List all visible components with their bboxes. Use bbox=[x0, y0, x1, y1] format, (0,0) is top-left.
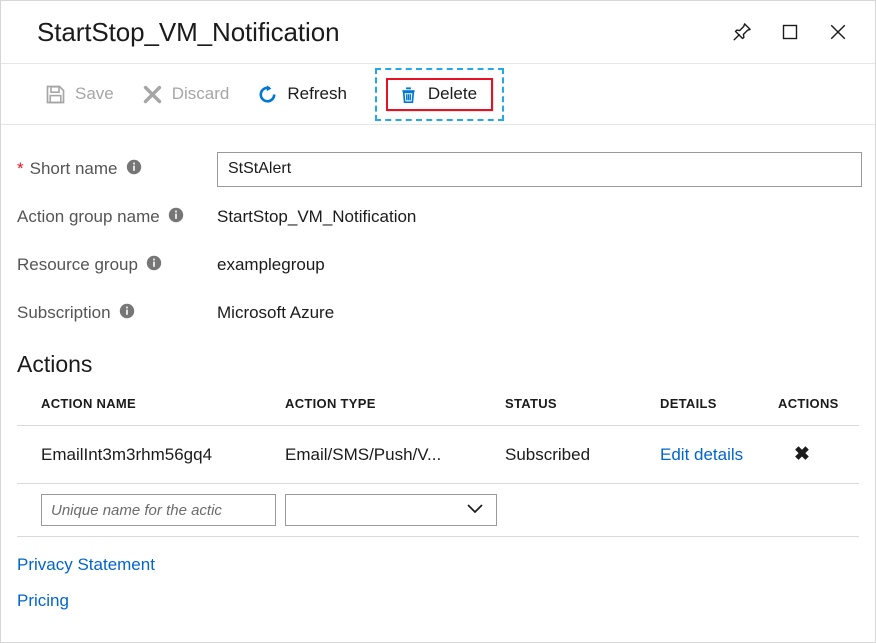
page-title: StartStop_VM_Notification bbox=[37, 17, 339, 48]
action-group-name-label: Action group name bbox=[17, 207, 160, 227]
refresh-button[interactable]: Refresh bbox=[243, 74, 361, 114]
refresh-label: Refresh bbox=[287, 85, 347, 104]
save-button[interactable]: Save bbox=[31, 74, 128, 114]
actions-table: ACTION NAME ACTION TYPE STATUS DETAILS A… bbox=[1, 396, 875, 537]
subscription-label: Subscription bbox=[17, 303, 111, 323]
info-icon[interactable] bbox=[168, 207, 184, 228]
refresh-icon bbox=[257, 84, 278, 105]
save-icon bbox=[45, 84, 66, 105]
property-row-action-group-name: Action group name StartStop_VM_Notificat… bbox=[1, 193, 875, 241]
edit-details-link[interactable]: Edit details bbox=[636, 428, 764, 482]
property-row-subscription: Subscription Microsoft Azure bbox=[1, 289, 875, 337]
subscription-value: Microsoft Azure bbox=[217, 303, 334, 323]
new-action-type-dropdown[interactable] bbox=[285, 494, 497, 526]
action-group-blade: StartStop_VM_Notification bbox=[0, 0, 876, 643]
save-label: Save bbox=[75, 85, 114, 104]
column-header-status: STATUS bbox=[481, 396, 636, 425]
required-asterisk: * bbox=[17, 159, 24, 179]
property-row-resource-group: Resource group examplegroup bbox=[1, 241, 875, 289]
discard-icon bbox=[142, 84, 163, 105]
delete-button[interactable]: Delete bbox=[386, 78, 493, 111]
short-name-label-group: * Short name bbox=[17, 159, 217, 180]
privacy-statement-link[interactable]: Privacy Statement bbox=[17, 547, 155, 583]
table-row: EmailInt3m3rhm56gq4 Email/SMS/Push/V... … bbox=[17, 426, 859, 483]
info-icon[interactable] bbox=[119, 303, 135, 324]
blade-title-bar: StartStop_VM_Notification bbox=[1, 1, 875, 63]
column-header-details: DETAILS bbox=[636, 396, 764, 425]
cell-action-name: EmailInt3m3rhm56gq4 bbox=[17, 428, 261, 482]
column-header-action-type: ACTION TYPE bbox=[261, 396, 481, 425]
action-group-name-value: StartStop_VM_Notification bbox=[217, 207, 416, 227]
close-icon[interactable] bbox=[825, 19, 851, 45]
discard-label: Discard bbox=[172, 85, 230, 104]
new-action-row bbox=[17, 484, 859, 536]
resource-group-label-group: Resource group bbox=[17, 255, 217, 276]
cell-status: Subscribed bbox=[481, 428, 636, 482]
cell-action-type: Email/SMS/Push/V... bbox=[261, 428, 481, 482]
info-icon[interactable] bbox=[126, 159, 142, 180]
command-bar: Save Discard Refresh bbox=[1, 63, 875, 125]
maximize-icon[interactable] bbox=[777, 19, 803, 45]
actions-section-title: Actions bbox=[1, 337, 875, 378]
trash-icon bbox=[398, 84, 419, 105]
property-row-short-name: * Short name bbox=[1, 145, 875, 193]
short-name-label: Short name bbox=[30, 159, 118, 179]
new-action-name-input[interactable] bbox=[41, 494, 276, 526]
short-name-input[interactable] bbox=[217, 152, 862, 187]
pricing-link[interactable]: Pricing bbox=[17, 583, 69, 619]
footer-links: Privacy Statement Pricing bbox=[1, 537, 875, 619]
window-controls bbox=[729, 19, 857, 45]
actions-table-header: ACTION NAME ACTION TYPE STATUS DETAILS A… bbox=[17, 396, 859, 425]
delete-highlight-annotation: Delete bbox=[375, 68, 504, 121]
delete-label: Delete bbox=[428, 85, 477, 104]
column-header-action-name: ACTION NAME bbox=[17, 396, 261, 425]
subscription-label-group: Subscription bbox=[17, 303, 217, 324]
action-group-name-label-group: Action group name bbox=[17, 207, 217, 228]
resource-group-value: examplegroup bbox=[217, 255, 325, 275]
remove-action-icon[interactable]: ✖ bbox=[764, 426, 861, 483]
discard-button[interactable]: Discard bbox=[128, 74, 244, 114]
pin-icon[interactable] bbox=[729, 19, 755, 45]
chevron-down-icon bbox=[466, 502, 484, 519]
column-header-actions: ACTIONS bbox=[764, 396, 861, 425]
info-icon[interactable] bbox=[146, 255, 162, 276]
properties-list: * Short name Action group name bbox=[1, 125, 875, 337]
resource-group-label: Resource group bbox=[17, 255, 138, 275]
